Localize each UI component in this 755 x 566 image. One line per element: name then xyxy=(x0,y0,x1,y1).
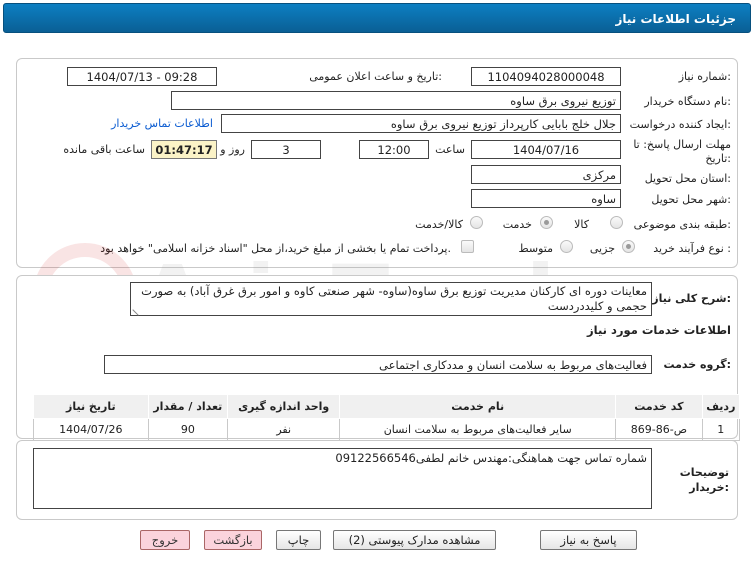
print-button[interactable]: چاپ xyxy=(276,530,321,550)
general-desc-label: شرح کلی نیاز: xyxy=(652,292,731,305)
col-header-row-num: ردیف xyxy=(701,394,741,419)
days-label: روز و xyxy=(220,143,245,156)
buyer-contact-link[interactable]: اطلاعات تماس خریدار xyxy=(111,117,213,130)
process-minor-radio[interactable] xyxy=(622,240,635,253)
service-group-field[interactable]: فعالیت‌های مربوط به سلامت انسان و مددکار… xyxy=(104,355,652,374)
treasury-payment-note: پرداخت تمام یا بخشی از مبلغ خرید،از محل … xyxy=(100,242,451,255)
announce-date-label: تاریخ و ساعت اعلان عمومی: xyxy=(309,70,442,83)
col-header-quantity: تعداد / مقدار xyxy=(147,394,229,419)
cell-unit: نفر xyxy=(227,418,341,441)
buyer-notes-text: شماره تماس جهت هماهنگی:مهندس خانم لطفی09… xyxy=(335,451,647,465)
province-label: استان محل تحویل: xyxy=(644,172,731,185)
page-title: جزئیات اطلاعات نیاز xyxy=(615,12,736,26)
category-goods-service-label: کالا/خدمت xyxy=(415,218,463,231)
cell-service-code: ص-86-869 xyxy=(615,418,703,441)
cell-service-name: سایر فعالیت‌های مربوط به سلامت انسان xyxy=(339,418,617,441)
city-field[interactable]: ساوه xyxy=(471,189,621,208)
category-goods-service-radio[interactable] xyxy=(470,216,483,229)
announce-date-field[interactable]: 1404/07/13 - 09:28 xyxy=(67,67,217,86)
buyer-notes-label: توضیحات xyxy=(679,466,729,479)
process-medium-radio[interactable] xyxy=(560,240,573,253)
col-header-service-name: نام خدمت xyxy=(339,394,617,419)
city-label: شهر محل تحویل: xyxy=(651,193,731,206)
general-desc-text: معاینات دوره ای کارکنان مدیریت توزیع برق… xyxy=(141,284,647,313)
general-desc-field[interactable]: معاینات دوره ای کارکنان مدیریت توزیع برق… xyxy=(130,282,652,316)
category-goods-label: کالا xyxy=(574,218,589,231)
buyer-org-field[interactable]: توزیع نیروی برق ساوه xyxy=(171,91,621,110)
category-service-radio[interactable] xyxy=(540,216,553,229)
page-header: جزئیات اطلاعات نیاز xyxy=(3,3,751,33)
reply-button[interactable]: پاسخ به نیاز xyxy=(540,530,637,550)
category-label: طبقه بندی موضوعی: xyxy=(633,218,731,231)
category-service-label: خدمت xyxy=(502,218,532,231)
process-type-label: نوع فرآیند خرید : xyxy=(653,242,731,255)
deadline-time-label: ساعت xyxy=(435,143,465,156)
services-section-title: اطلاعات خدمات مورد نیاز xyxy=(587,323,731,337)
buyer-notes-field[interactable]: شماره تماس جهت هماهنگی:مهندس خانم لطفی09… xyxy=(33,448,652,509)
deadline-time-field[interactable]: 12:00 xyxy=(359,140,429,159)
deadline-label: مهلت ارسال پاسخ: تا xyxy=(633,138,731,151)
service-group-label: گروه خدمت: xyxy=(663,358,731,371)
cell-row-num: 1 xyxy=(701,418,741,441)
remaining-time-field: 01:47:17 xyxy=(151,140,217,159)
need-number-label: شماره نیاز: xyxy=(678,70,731,83)
col-header-service-code: کد خدمت xyxy=(615,394,703,419)
days-remaining-field[interactable]: 3 xyxy=(251,140,321,159)
col-header-unit: واحد اندازه گیری xyxy=(227,394,341,419)
buyer-org-label: نام دستگاه خریدار: xyxy=(644,95,731,108)
need-number-field[interactable]: 1104094028000048 xyxy=(471,67,621,86)
view-attachments-button[interactable]: مشاهده مدارک پیوستی (2) xyxy=(333,530,496,550)
table-header-row: ردیف کد خدمت نام خدمت واحد اندازه گیری ت… xyxy=(33,394,741,419)
col-header-need-date: تاریخ نیاز xyxy=(33,394,149,419)
back-button[interactable]: بازگشت xyxy=(204,530,262,550)
cell-need-date: 1404/07/26 xyxy=(33,418,149,441)
table-row: 1 ص-86-869 سایر فعالیت‌های مربوط به سلام… xyxy=(33,418,741,441)
buyer-notes-label-2: خریدار: xyxy=(689,481,729,494)
exit-button[interactable]: خروج xyxy=(140,530,190,550)
creator-field[interactable]: جلال خلج بابایی کارپرداز توزیع نیروی برق… xyxy=(221,114,621,133)
remaining-time-label: ساعت باقی مانده xyxy=(63,143,145,156)
treasury-payment-checkbox[interactable] xyxy=(461,240,474,253)
cell-quantity: 90 xyxy=(147,418,229,441)
process-minor-label: جزیی xyxy=(589,242,615,255)
province-field[interactable]: مرکزی xyxy=(471,165,621,184)
deadline-date-field[interactable]: 1404/07/16 xyxy=(471,140,621,159)
deadline-label-date: تاریخ: xyxy=(705,152,731,165)
services-table: ردیف کد خدمت نام خدمت واحد اندازه گیری ت… xyxy=(33,394,741,441)
creator-label: ایجاد کننده درخواست: xyxy=(629,118,731,131)
process-medium-label: متوسط xyxy=(518,242,553,255)
need-info-panel xyxy=(16,58,738,268)
category-goods-radio[interactable] xyxy=(610,216,623,229)
